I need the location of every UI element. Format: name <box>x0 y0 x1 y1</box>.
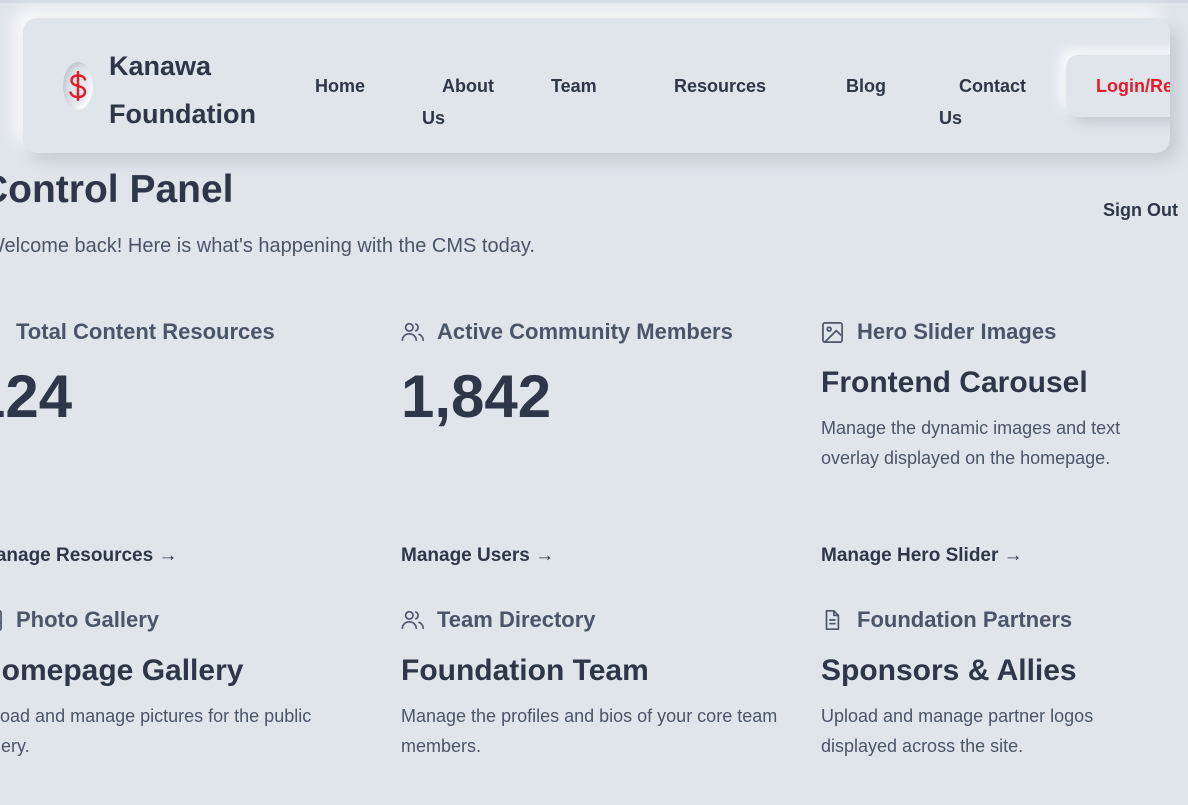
card-header: Team Directory <box>401 605 596 635</box>
manage-users-link[interactable]: Manage Users → <box>401 543 554 569</box>
card-label: Active Community Members <box>437 319 733 344</box>
card-total-content-resources: Total Content Resources 124 Manage Resou… <box>0 317 360 577</box>
image-icon <box>821 320 845 344</box>
card-title: Frontend Carousel <box>821 366 1088 399</box>
stat-value: 1,842 <box>401 363 552 430</box>
top-edge-line <box>0 0 1188 3</box>
nav-contact[interactable]: Contact Us <box>939 70 1049 134</box>
manage-hero-slider-link[interactable]: Manage Hero Slider → <box>821 543 1023 569</box>
card-title: Sponsors & Allies <box>821 654 1077 687</box>
logo-badge[interactable] <box>63 62 93 110</box>
card-team-directory: Team Directory Foundation Team Manage th… <box>401 605 781 805</box>
card-description: Upload and manage partner logos displaye… <box>821 706 1094 756</box>
card-header: Foundation Partners <box>821 605 1072 635</box>
sign-out-button[interactable]: Sign Out <box>1103 197 1178 223</box>
card-active-community-members: Active Community Members 1,842 Manage Us… <box>401 317 781 577</box>
card-description: Manage the dynamic images and text overl… <box>821 418 1121 468</box>
card-header: Active Community Members <box>401 317 733 347</box>
document-icon <box>0 320 4 344</box>
card-title: Homepage Gallery <box>0 654 244 687</box>
login-register-button[interactable]: Login/Register <box>1066 55 1170 117</box>
card-label: Team Directory <box>437 607 596 632</box>
document-icon <box>821 608 845 632</box>
page-title: Control Panel <box>0 168 234 211</box>
card-photo-gallery: Photo Gallery Homepage Gallery Upload an… <box>0 605 360 805</box>
card-header: Photo Gallery <box>0 605 159 635</box>
nav-resources[interactable]: Resources <box>674 70 766 102</box>
card-label: Photo Gallery <box>16 607 160 632</box>
card-label: Hero Slider Images <box>857 319 1057 344</box>
users-icon <box>401 608 425 632</box>
main-navbar: Kanawa Foundation Home About Us Team Res… <box>23 18 1170 153</box>
nav-blog[interactable]: Blog <box>846 70 886 102</box>
brand-name[interactable]: Kanawa Foundation <box>109 42 289 138</box>
page-subtitle: Welcome back! Here is what's happening w… <box>0 235 535 257</box>
nav-team[interactable]: Team <box>551 70 597 102</box>
image-icon <box>0 608 4 632</box>
users-icon <box>401 320 425 344</box>
card-header: Total Content Resources <box>0 317 275 347</box>
dollar-sign-icon <box>69 71 87 101</box>
card-hero-slider-images: Hero Slider Images Frontend Carousel Man… <box>821 317 1188 577</box>
card-label: Total Content Resources <box>16 319 275 344</box>
card-description: Manage the profiles and bios of your cor… <box>401 706 778 756</box>
stat-value: 124 <box>0 363 73 430</box>
card-title: Foundation Team <box>401 654 649 687</box>
card-description: Upload and manage pictures for the publi… <box>0 706 312 756</box>
card-foundation-partners: Foundation Partners Sponsors & Allies Up… <box>821 605 1188 805</box>
manage-resources-link[interactable]: Manage Resources → <box>0 543 177 569</box>
card-header: Hero Slider Images <box>821 317 1056 347</box>
card-label: Foundation Partners <box>857 607 1073 632</box>
nav-about[interactable]: About Us <box>422 70 512 134</box>
nav-home[interactable]: Home <box>315 70 365 102</box>
